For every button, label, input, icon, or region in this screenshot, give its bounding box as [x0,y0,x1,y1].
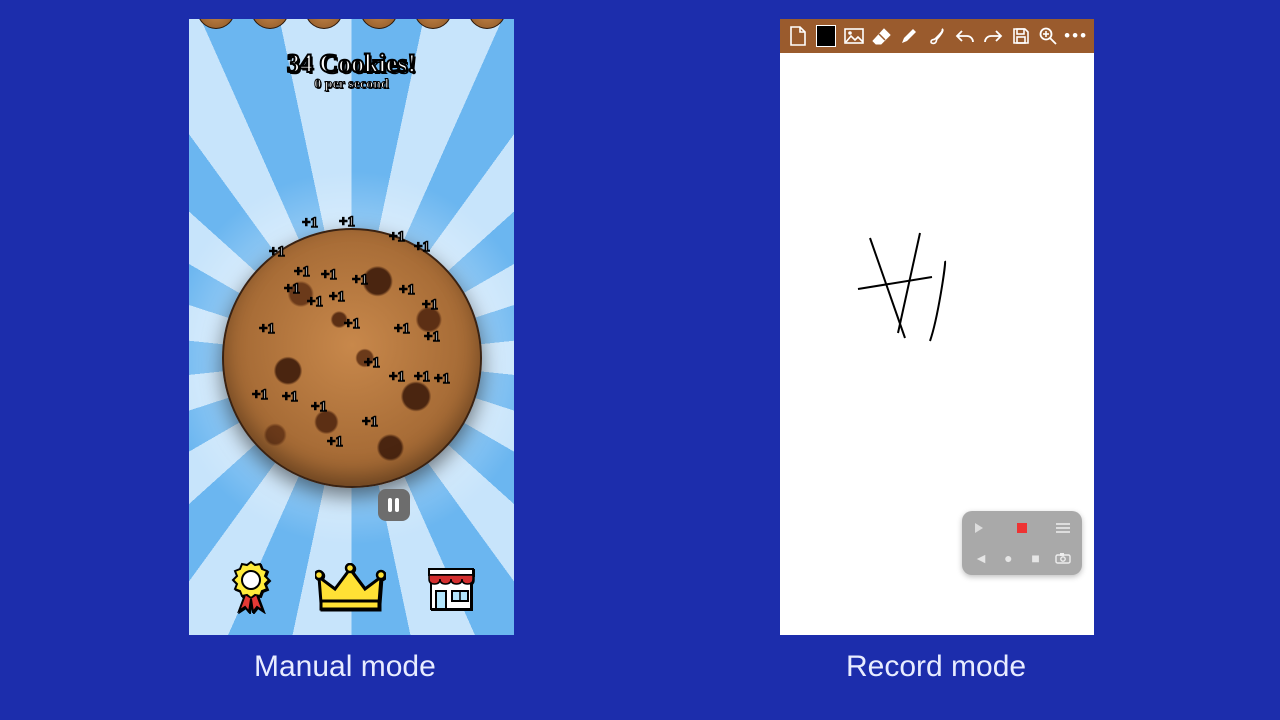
recorder-row-top [972,519,1072,537]
recorder-overlay[interactable]: ◄ ● ■ [962,511,1082,575]
crown-icon[interactable] [315,563,385,613]
cookie-clicker-panel: 34 Cookies! 0 per second +1+1+1+1+1+1+1+… [189,19,514,635]
cookie-rate-label: 0 per second [189,77,514,93]
pause-button[interactable] [378,489,410,521]
handwriting-hi [850,223,990,363]
drawing-app-panel: ••• ◄ ● ■ [780,19,1094,635]
rec-prev-icon[interactable]: ◄ [972,549,990,567]
cookie-counter: 34 Cookies! 0 per second [189,49,514,93]
drawing-canvas[interactable]: ◄ ● ■ [780,53,1094,635]
pencil-icon[interactable] [898,23,922,49]
big-cookie[interactable] [222,228,482,488]
drawing-toolbar: ••• [780,19,1094,53]
more-icon[interactable]: ••• [1064,23,1088,49]
caption-record-mode: Record mode [846,650,1026,684]
bottom-icon-bar [189,559,514,613]
rec-stop-icon[interactable]: ■ [1027,549,1045,567]
rec-record-icon[interactable] [1013,519,1031,537]
top-cookie-strip [189,19,514,31]
rec-menu-icon[interactable] [1054,519,1072,537]
undo-icon[interactable] [953,23,977,49]
zoom-icon[interactable] [1036,23,1060,49]
save-icon[interactable] [1009,23,1033,49]
cookie-count-label: 34 Cookies! [189,49,514,79]
rec-dot-icon[interactable]: ● [999,549,1017,567]
eraser-icon[interactable] [870,23,894,49]
redo-icon[interactable] [981,23,1005,49]
new-file-icon[interactable] [786,23,810,49]
caption-manual-mode: Manual mode [254,650,436,684]
ribbon-icon[interactable] [227,559,275,613]
color-swatch[interactable] [816,25,836,47]
image-icon[interactable] [842,23,866,49]
rec-play-icon[interactable] [972,519,990,537]
recorder-row-bottom: ◄ ● ■ [972,549,1072,567]
rec-camera-icon[interactable] [1054,549,1072,567]
brush-icon[interactable] [925,23,949,49]
store-icon[interactable] [426,563,476,613]
